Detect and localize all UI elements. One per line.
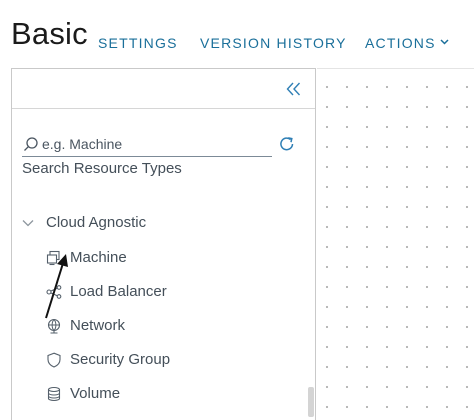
machine-icon [46, 250, 62, 266]
chevron-down-icon [22, 219, 34, 226]
network-icon [46, 318, 62, 334]
resource-label: Security Group [70, 351, 171, 368]
resource-item-network[interactable]: Network [46, 317, 125, 334]
search-field[interactable] [22, 133, 272, 157]
resource-item-volume[interactable]: Volume [46, 385, 120, 402]
resource-item-machine[interactable]: Machine [46, 249, 127, 266]
page-header: Basic SETTINGS VERSION HISTORY ACTIONS [0, 0, 474, 68]
resource-item-security-group[interactable]: Security Group [46, 351, 170, 368]
category-cloud-agnostic[interactable]: Cloud Agnostic [22, 214, 146, 231]
chevron-down-icon [440, 39, 449, 45]
refresh-icon[interactable] [278, 135, 296, 153]
resource-label: Network [70, 317, 126, 334]
security-group-icon [46, 352, 62, 368]
resource-item-load-balancer[interactable]: Load Balancer [46, 283, 167, 300]
design-canvas[interactable] [317, 68, 474, 420]
resource-label: Load Balancer [70, 283, 167, 300]
category-label: Cloud Agnostic [46, 214, 147, 231]
actions-menu[interactable]: ACTIONS [365, 35, 449, 51]
palette-toolbar [12, 69, 315, 109]
search-icon [24, 137, 38, 151]
version-history-tab[interactable]: VERSION HISTORY [200, 35, 347, 51]
search-input[interactable] [42, 133, 270, 155]
palette-scrollbar[interactable] [308, 387, 314, 417]
volume-icon [46, 386, 62, 402]
double-chevron-left-icon[interactable] [285, 80, 303, 98]
resource-label: Machine [70, 249, 127, 266]
search-help-text: Search Resource Types [22, 160, 182, 177]
resource-palette: Search Resource Types Cloud Agnostic Mac… [11, 68, 316, 420]
actions-label: ACTIONS [365, 35, 436, 51]
settings-tab[interactable]: SETTINGS [98, 35, 178, 51]
page-title: Basic [11, 16, 88, 51]
load-balancer-icon [46, 284, 62, 300]
resource-label: Volume [70, 385, 121, 402]
